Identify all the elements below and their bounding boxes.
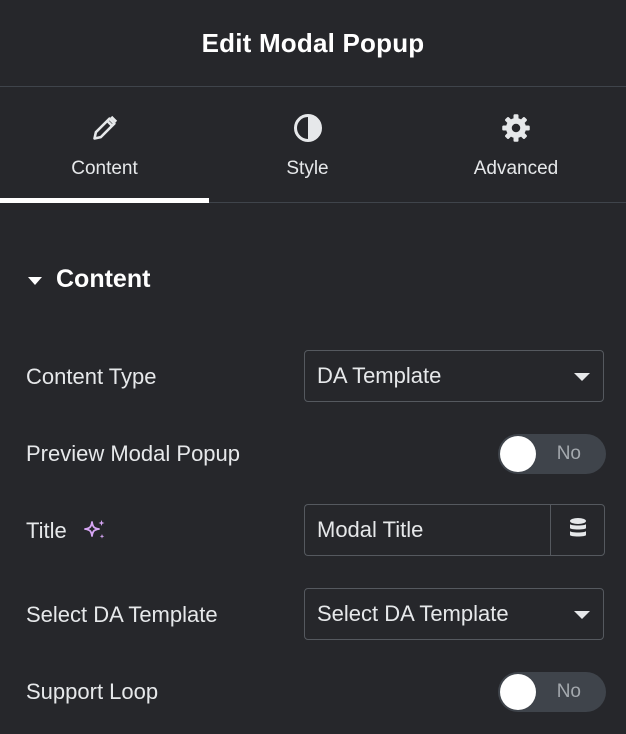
tab-advanced[interactable]: Advanced (406, 87, 626, 202)
select-template-label: Select DA Template (26, 602, 218, 627)
support-loop-label: Support Loop (26, 679, 159, 704)
tab-style-label: Style (286, 158, 329, 179)
toggle-knob (500, 436, 536, 472)
half-circle-icon (292, 112, 324, 144)
chevron-down-icon (574, 373, 590, 381)
panel-title: Edit Modal Popup (201, 27, 425, 58)
dynamic-tags-button[interactable] (550, 504, 605, 556)
chevron-down-icon (574, 611, 590, 619)
preview-modal-label: Preview Modal Popup (26, 441, 241, 466)
tab-content[interactable]: Content (0, 87, 209, 203)
database-icon (568, 517, 588, 544)
pencil-icon (89, 112, 121, 144)
content-section-toggle[interactable]: Content (28, 265, 150, 294)
support-loop-toggle-text: No (556, 681, 581, 702)
tab-bar: Content Style Advanced (0, 87, 626, 203)
title-input[interactable] (304, 504, 550, 556)
sparkle-icon[interactable] (82, 518, 108, 544)
preview-modal-toggle[interactable]: No (498, 434, 606, 474)
select-template-value: Select DA Template (317, 601, 509, 626)
panel-header: Edit Modal Popup (0, 0, 626, 87)
section-title: Content (56, 265, 151, 293)
preview-modal-toggle-text: No (556, 443, 581, 464)
content-type-value: DA Template (317, 363, 442, 388)
support-loop-toggle[interactable]: No (498, 672, 606, 712)
tab-style[interactable]: Style (209, 87, 406, 202)
title-label: Title (26, 518, 67, 543)
select-template-select[interactable]: Select DA Template (304, 588, 604, 640)
active-tab-indicator (0, 198, 209, 203)
content-type-label: Content Type (26, 364, 157, 389)
content-type-select[interactable]: DA Template (304, 350, 604, 402)
tab-advanced-label: Advanced (473, 158, 559, 179)
tab-content-label: Content (71, 158, 138, 179)
toggle-knob (500, 674, 536, 710)
gear-icon (500, 112, 532, 144)
caret-down-icon (28, 276, 42, 285)
